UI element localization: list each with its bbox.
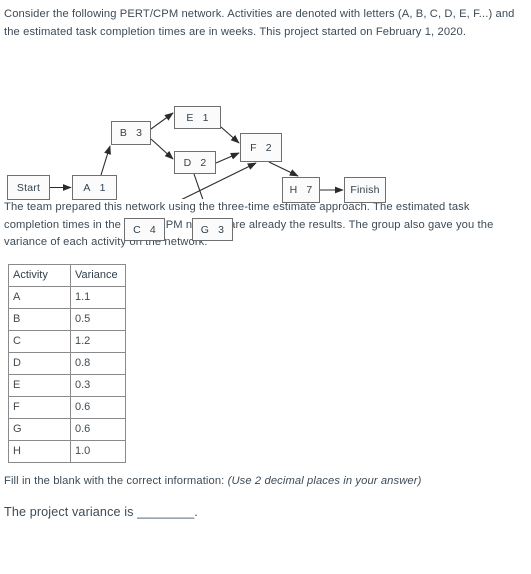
node-finish: Finish	[344, 177, 386, 203]
node-b-label: B	[119, 127, 128, 139]
table-row: G 0.6	[8, 417, 126, 441]
cell-activity: A	[8, 285, 71, 309]
cell-variance: 1.2	[70, 329, 126, 353]
cell-variance: 1.1	[70, 285, 126, 309]
node-f-label: F	[250, 141, 257, 154]
cell-activity: G	[8, 417, 71, 441]
node-h-duration: 7	[306, 184, 313, 196]
node-d-duration: 2	[200, 156, 207, 169]
pert-cpm-network-diagram: Start A 1 B 3 E 1 D 2 F 2 C 4 G 3 H 7 Fi…	[4, 49, 531, 241]
node-c: C 4	[124, 218, 165, 241]
table-row: C 1.2	[8, 329, 126, 353]
node-e: E 1	[174, 106, 221, 129]
node-a: A 1	[72, 175, 117, 200]
node-g-duration: 3	[218, 223, 225, 236]
node-start-label: Start	[16, 181, 41, 194]
intro-paragraph: Consider the following PERT/CPM network.…	[4, 8, 515, 38]
edge-e-f	[220, 126, 240, 144]
cell-activity: D	[8, 351, 71, 375]
edge-b-e	[150, 112, 174, 130]
method-paragraph: The team prepared this network using the…	[4, 201, 494, 248]
node-f-duration: 2	[265, 141, 272, 154]
node-b-duration: 3	[136, 127, 143, 139]
cell-activity: C	[8, 329, 71, 353]
node-e-label: E	[186, 111, 194, 124]
cell-variance: 0.5	[70, 307, 126, 331]
node-g: G 3	[192, 218, 233, 241]
variance-table: Activity Variance A 1.1 B 0.5 C 1.2 D 0.…	[8, 263, 126, 463]
cell-activity: H	[8, 439, 71, 463]
fill-in-instruction: Fill in the blank with the correct infor…	[4, 473, 527, 491]
node-a-label: A	[83, 181, 91, 194]
cell-variance: 0.6	[70, 395, 126, 419]
table-row: E 0.3	[8, 373, 126, 397]
question-page: Consider the following PERT/CPM network.…	[0, 0, 531, 522]
cell-activity: B	[8, 307, 71, 331]
column-header-activity: Activity	[8, 263, 71, 287]
node-c-label: C	[133, 223, 141, 236]
cell-variance: 0.6	[70, 417, 126, 441]
node-d-label: D	[183, 156, 192, 169]
node-f: F 2	[240, 133, 282, 162]
cell-variance: 0.3	[70, 373, 126, 397]
table-header-row: Activity Variance	[8, 263, 126, 287]
column-header-variance: Variance	[70, 263, 126, 287]
edge-a-b	[100, 145, 111, 176]
edge-d-f	[215, 152, 240, 164]
node-d: D 2	[174, 151, 216, 174]
node-c-duration: 4	[149, 223, 156, 236]
cell-variance: 1.0	[70, 439, 126, 463]
fill-in-note: (Use 2 decimal places in your answer)	[227, 474, 422, 487]
cell-variance: 0.8	[70, 351, 126, 375]
node-a-duration: 1	[99, 181, 106, 194]
node-finish-label: Finish	[350, 184, 380, 196]
node-e-duration: 1	[202, 111, 209, 124]
final-question: The project variance is ________.	[4, 505, 198, 519]
table-row: A 1.1	[8, 285, 126, 309]
cell-activity: F	[8, 395, 71, 419]
node-g-label: G	[200, 223, 210, 236]
edge-f-h	[268, 161, 299, 177]
node-h-label: H	[289, 184, 298, 196]
edge-d-g	[193, 173, 204, 199]
node-b: B 3	[111, 121, 151, 145]
fill-in-prompt-text: Fill in the blank with the correct infor…	[4, 474, 228, 487]
edge-b-d	[150, 138, 174, 160]
node-h: H 7	[282, 177, 320, 203]
table-row: H 1.0	[8, 439, 126, 463]
table-row: F 0.6	[8, 395, 126, 419]
table-row: D 0.8	[8, 351, 126, 375]
table-row: B 0.5	[8, 307, 126, 331]
cell-activity: E	[8, 373, 71, 397]
node-start: Start	[7, 175, 50, 200]
